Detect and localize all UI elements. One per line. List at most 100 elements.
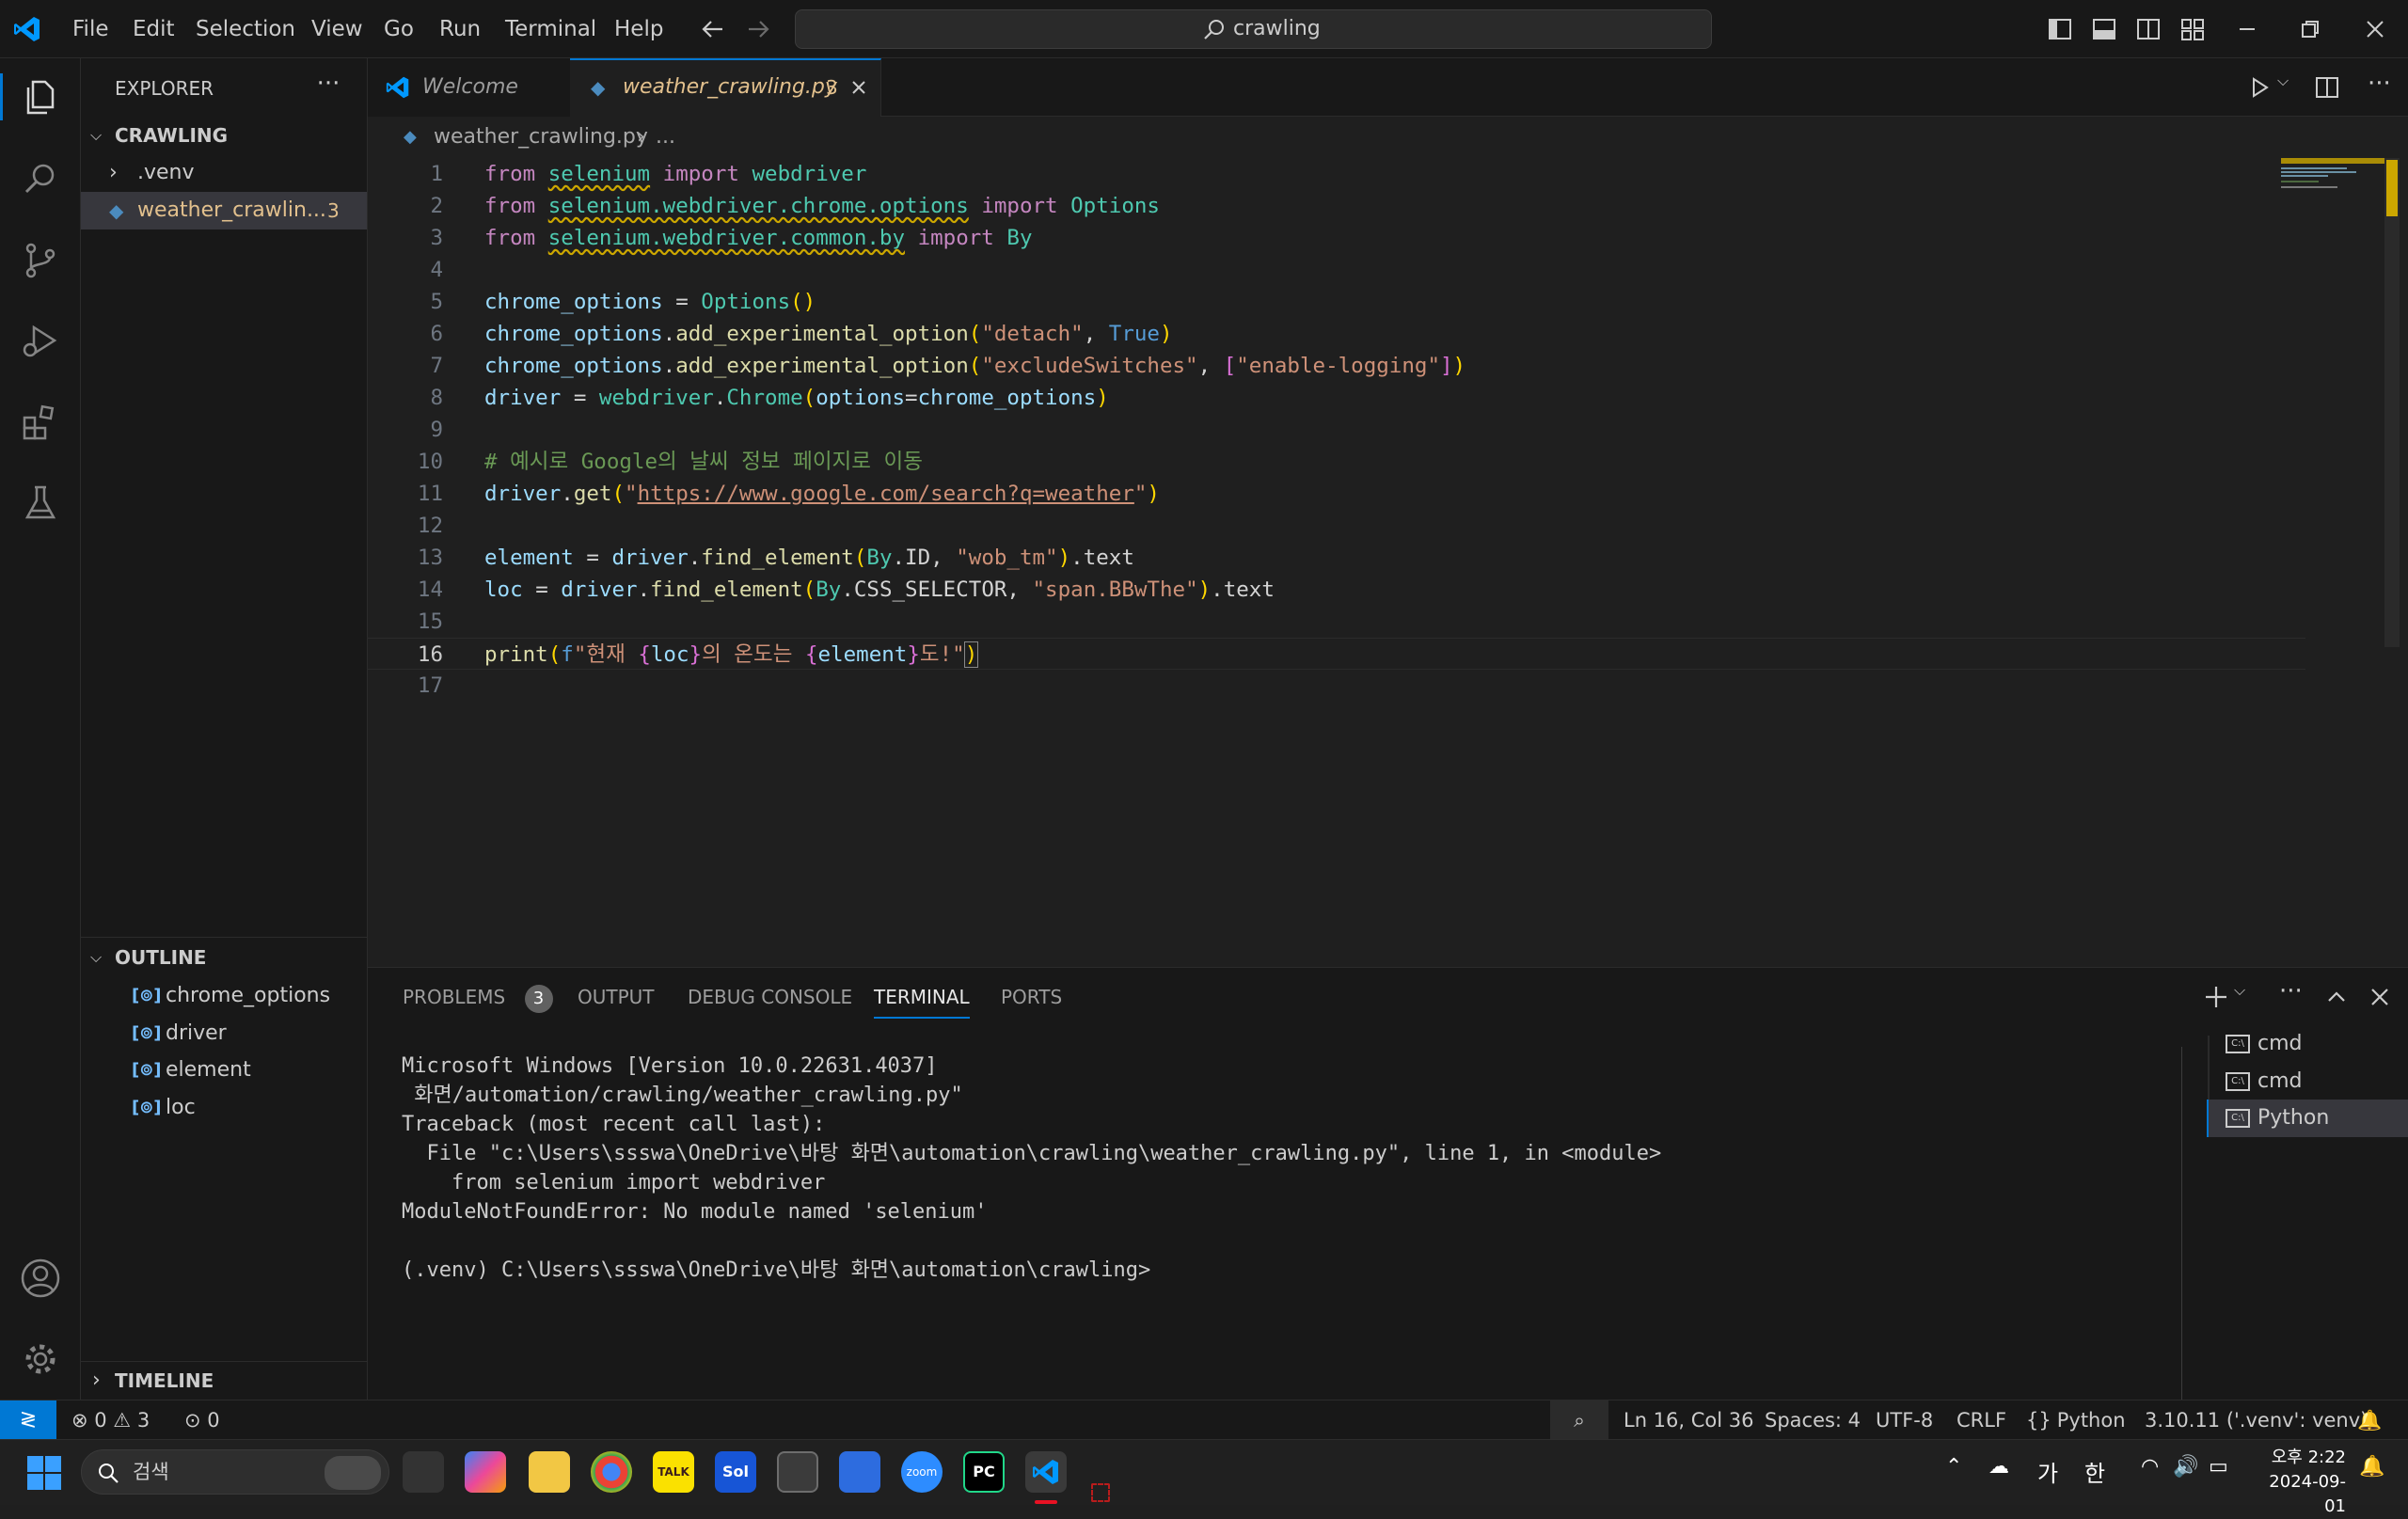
chevron-up-icon[interactable]: ⌃ <box>1945 1455 1962 1479</box>
remote-indicator-icon[interactable]: ≷ <box>0 1400 56 1440</box>
split-editor-icon[interactable] <box>2315 75 2339 100</box>
task-view-icon[interactable] <box>403 1451 444 1493</box>
toggle-panel-icon[interactable] <box>2092 17 2116 41</box>
kakaotalk-icon[interactable]: TALK <box>653 1451 694 1493</box>
volume-icon[interactable]: 🔊 <box>2173 1455 2198 1479</box>
breadcrumb-symbols[interactable]: ... <box>656 117 675 158</box>
toggle-primary-sidebar-icon[interactable] <box>2048 17 2072 41</box>
minimap[interactable] <box>2281 158 2384 196</box>
sol-app-icon[interactable]: Sol <box>715 1451 756 1493</box>
menu-run[interactable]: Run <box>439 0 481 58</box>
run-python-file-icon[interactable] <box>2247 75 2272 100</box>
tab-welcome[interactable]: Welcome <box>368 58 571 117</box>
menu-selection[interactable]: Selection <box>196 0 295 58</box>
zoom-icon[interactable]: ⌕ <box>1550 1400 1608 1440</box>
tab-problems[interactable]: PROBLEMS 3 <box>403 968 553 1026</box>
outline-item[interactable]: [⊚] chrome_options <box>81 977 367 1015</box>
more-actions-icon[interactable]: ··· <box>2368 71 2391 96</box>
taskbar-search[interactable]: 검색 <box>81 1449 389 1495</box>
breadcrumb-file[interactable]: weather_crawling.py <box>434 117 648 158</box>
menu-view[interactable]: View <box>311 0 363 58</box>
indentation[interactable]: Spaces: 4 <box>1765 1400 1861 1440</box>
settings-gear-icon[interactable] <box>17 1336 64 1383</box>
menu-edit[interactable]: Edit <box>133 0 175 58</box>
chevron-down-icon[interactable]: ⌵ <box>2277 71 2289 90</box>
ime-mode-1[interactable]: 가 <box>2037 1455 2058 1488</box>
clock[interactable]: 오후 2:22 2024-09-01 <box>2258 1446 2346 1519</box>
chevron-down-icon[interactable]: ⌵ <box>2234 981 2245 1000</box>
tab-terminal[interactable]: TERMINAL <box>874 968 970 1019</box>
testing-icon[interactable] <box>17 480 64 527</box>
tab-debug-console[interactable]: DEBUG CONSOLE <box>688 968 852 1026</box>
customize-layout-icon[interactable] <box>2180 17 2205 41</box>
file-explorer-icon[interactable] <box>529 1451 570 1493</box>
cursor-position[interactable]: Ln 16, Col 36 <box>1624 1400 1754 1440</box>
outline-item[interactable]: [⊚] element <box>81 1052 367 1089</box>
forward-arrow-icon[interactable] <box>745 17 771 41</box>
language-mode[interactable]: {} Python <box>2026 1400 2126 1440</box>
tab-output[interactable]: OUTPUT <box>578 968 655 1026</box>
language-label: Python <box>2056 1409 2126 1432</box>
accounts-icon[interactable] <box>17 1255 64 1302</box>
close-window-icon[interactable] <box>2363 17 2387 41</box>
notification-bell-icon[interactable]: 🔔 <box>2359 1455 2384 1479</box>
copilot-icon[interactable] <box>465 1451 506 1493</box>
problems-status[interactable]: ⊗ 0 ⚠ 3 <box>71 1400 150 1440</box>
folder-crawling[interactable]: ⌵ CRAWLING <box>81 117 367 154</box>
encoding[interactable]: UTF-8 <box>1876 1400 1933 1440</box>
snipping-icon[interactable] <box>1091 1483 1110 1502</box>
notifications-bell-icon[interactable]: 🔔 <box>2357 1400 2382 1440</box>
battery-icon[interactable]: ▭ <box>2209 1455 2228 1479</box>
terminal-output[interactable]: Microsoft Windows [Version 10.0.22631.40… <box>402 1052 2170 1390</box>
menu-help[interactable]: Help <box>614 0 663 58</box>
close-tab-icon[interactable] <box>848 77 869 98</box>
more-actions-icon[interactable]: ··· <box>314 71 342 102</box>
line-number: 3 <box>430 226 443 250</box>
tab-weather-crawling[interactable]: ◆ weather_crawling.py 3 <box>570 58 881 119</box>
restore-icon[interactable] <box>2298 17 2322 41</box>
calculator-icon[interactable] <box>777 1451 818 1493</box>
more-actions-icon[interactable]: ··· <box>2279 979 2303 1004</box>
search-icon[interactable] <box>17 156 64 203</box>
explorer-icon[interactable] <box>17 73 64 120</box>
editor-scrollbar[interactable] <box>2384 158 2400 647</box>
menu-terminal[interactable]: Terminal <box>505 0 596 58</box>
minimize-icon[interactable] <box>2235 17 2259 41</box>
command-center-search[interactable]: crawling <box>795 9 1712 49</box>
ports-status[interactable]: ⊙ 0 <box>184 1400 220 1440</box>
code-editor[interactable]: 1 from selenium import webdriver 2 from se… <box>368 158 2408 967</box>
source-control-icon[interactable] <box>17 237 64 284</box>
code-line: 11 driver.get("https://www.google.com/sea… <box>368 478 2305 510</box>
menu-go[interactable]: Go <box>384 0 414 58</box>
tree-item-venv[interactable]: › .venv <box>81 154 367 192</box>
notepad-icon[interactable] <box>839 1451 880 1493</box>
new-terminal-icon[interactable] <box>2202 983 2230 1011</box>
terminal-list-item-active[interactable]: C:\ Python <box>2207 1100 2408 1137</box>
outline-item[interactable]: [⊚] driver <box>81 1015 367 1052</box>
onedrive-icon[interactable]: ☁ <box>1988 1455 2009 1479</box>
terminal-list-item[interactable]: C:\ cmd <box>2207 1025 2408 1063</box>
close-panel-icon[interactable] <box>2368 985 2392 1009</box>
outline-item[interactable]: [⊚] loc <box>81 1089 367 1127</box>
line-number: 9 <box>430 418 443 442</box>
back-arrow-icon[interactable] <box>700 17 726 41</box>
tree-item-weather-crawling[interactable]: ◆ weather_crawlin... 3 <box>81 192 367 229</box>
ime-mode-2[interactable]: 한 <box>2084 1455 2105 1488</box>
zoom-icon[interactable]: zoom <box>901 1451 943 1493</box>
line-endings[interactable]: CRLF <box>1956 1400 2006 1440</box>
python-interpreter[interactable]: 3.10.11 ('.venv': venv) <box>2145 1400 2368 1440</box>
menu-file[interactable]: File <box>72 0 109 58</box>
windows-start-icon[interactable] <box>26 1455 62 1491</box>
vscode-taskbar-icon[interactable] <box>1025 1451 1067 1493</box>
wifi-icon[interactable]: ◠ <box>2141 1455 2159 1479</box>
run-debug-icon[interactable] <box>17 318 64 365</box>
toggle-secondary-sidebar-icon[interactable] <box>2136 17 2161 41</box>
maximize-panel-icon[interactable] <box>2324 985 2349 1009</box>
extensions-icon[interactable] <box>17 399 64 446</box>
timeline-header[interactable]: › TIMELINE <box>81 1362 367 1400</box>
terminal-list-item[interactable]: C:\ cmd <box>2207 1063 2408 1100</box>
pycharm-icon[interactable]: PC <box>963 1451 1005 1493</box>
chrome-icon[interactable] <box>591 1451 632 1493</box>
outline-header[interactable]: ⌵ OUTLINE <box>81 939 367 976</box>
tab-ports[interactable]: PORTS <box>1001 968 1062 1026</box>
